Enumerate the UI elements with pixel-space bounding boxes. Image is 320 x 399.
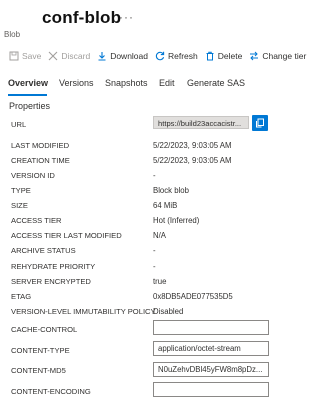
tab-generate-sas[interactable]: Generate SAS [187,78,245,88]
change-tier-label: Change tier [262,51,307,61]
page-subtitle: Blob [4,30,21,39]
discard-label: Discard [61,51,91,61]
prop-value-last-modified: 5/22/2023, 9:03:05 AM [153,141,232,150]
prop-value-rehydrate-priority: - [153,262,156,271]
copy-url-button[interactable] [252,115,268,131]
prop-label-etag: ETAG [11,292,32,301]
prop-label-type: TYPE [11,186,31,195]
prop-label-version-id: VERSION ID [11,171,55,180]
prop-value-type: Block blob [153,186,189,195]
prop-value-version-id: - [153,171,156,180]
download-icon [98,52,106,61]
prop-value-immutability-policy: Disabled [153,307,184,316]
copy-icon [256,118,264,128]
prop-value-creation-time: 5/22/2023, 9:03:05 AM [153,156,232,165]
prop-label-last-modified: LAST MODIFIED [11,141,70,150]
refresh-button[interactable]: Refresh [155,51,198,61]
download-label: Download [110,51,148,61]
content-md5-label: CONTENT-MD5 [11,366,66,375]
properties-heading: Properties [9,101,51,111]
prop-value-access-tier-last-modified: N/A [153,231,166,240]
prop-value-etag: 0x8DB5ADE077535D5 [153,292,233,301]
delete-label: Delete [217,51,243,61]
close-icon [48,51,58,61]
save-label: Save [22,51,42,61]
tab-bar: Overview Versions Snapshots Edit Generat… [0,78,314,96]
content-type-label: CONTENT-TYPE [11,346,70,355]
trash-icon [206,51,214,61]
delete-button[interactable]: Delete [205,51,243,61]
prop-value-server-encrypted: true [153,277,167,286]
swap-icon [250,51,259,61]
prop-value-archive-status: - [153,246,156,255]
prop-value-access-tier: Hot (Inferred) [153,216,200,225]
content-encoding-input[interactable] [153,382,269,397]
prop-label-server-encrypted: SERVER ENCRYPTED [11,277,91,286]
command-bar: Save Discard Download Refresh Delete Cha… [0,48,314,64]
url-label: URL [11,120,27,129]
prop-label-creation-time: CREATION TIME [11,156,70,165]
tab-overview[interactable]: Overview [8,78,48,88]
cache-control-label: CACHE-CONTROL [11,325,78,334]
download-button[interactable]: Download [97,51,148,61]
tab-edit[interactable]: Edit [159,78,175,88]
active-tab-indicator [8,94,47,96]
refresh-icon [155,51,165,61]
content-md5-input[interactable]: N0uZehvDBl45yFW8m8pDz... [153,362,269,377]
change-tier-button[interactable]: Change tier [249,51,306,61]
prop-label-rehydrate-priority: REHYDRATE PRIORITY [11,262,96,271]
prop-label-size: SIZE [11,201,28,210]
save-button[interactable]: Save [9,51,41,61]
tab-snapshots[interactable]: Snapshots [105,78,148,88]
prop-label-archive-status: ARCHIVE STATUS [11,246,76,255]
cache-control-input[interactable] [153,320,269,335]
page-title: conf-blob [42,8,122,27]
prop-label-access-tier-last-modified: ACCESS TIER LAST MODIFIED [11,231,122,240]
prop-label-access-tier: ACCESS TIER [11,216,62,225]
prop-label-immutability-policy: VERSION-LEVEL IMMUTABILITY POLICY [11,307,156,316]
tab-versions[interactable]: Versions [59,78,94,88]
content-type-input[interactable]: application/octet-stream [153,341,269,356]
prop-value-size: 64 MiB [153,201,178,210]
save-icon [9,51,19,61]
content-encoding-label: CONTENT-ENCODING [11,387,91,396]
refresh-label: Refresh [168,51,198,61]
discard-button[interactable]: Discard [48,51,90,61]
more-options-button[interactable]: ··· [119,10,134,24]
url-field[interactable]: https://build23accacistr... [153,116,249,129]
